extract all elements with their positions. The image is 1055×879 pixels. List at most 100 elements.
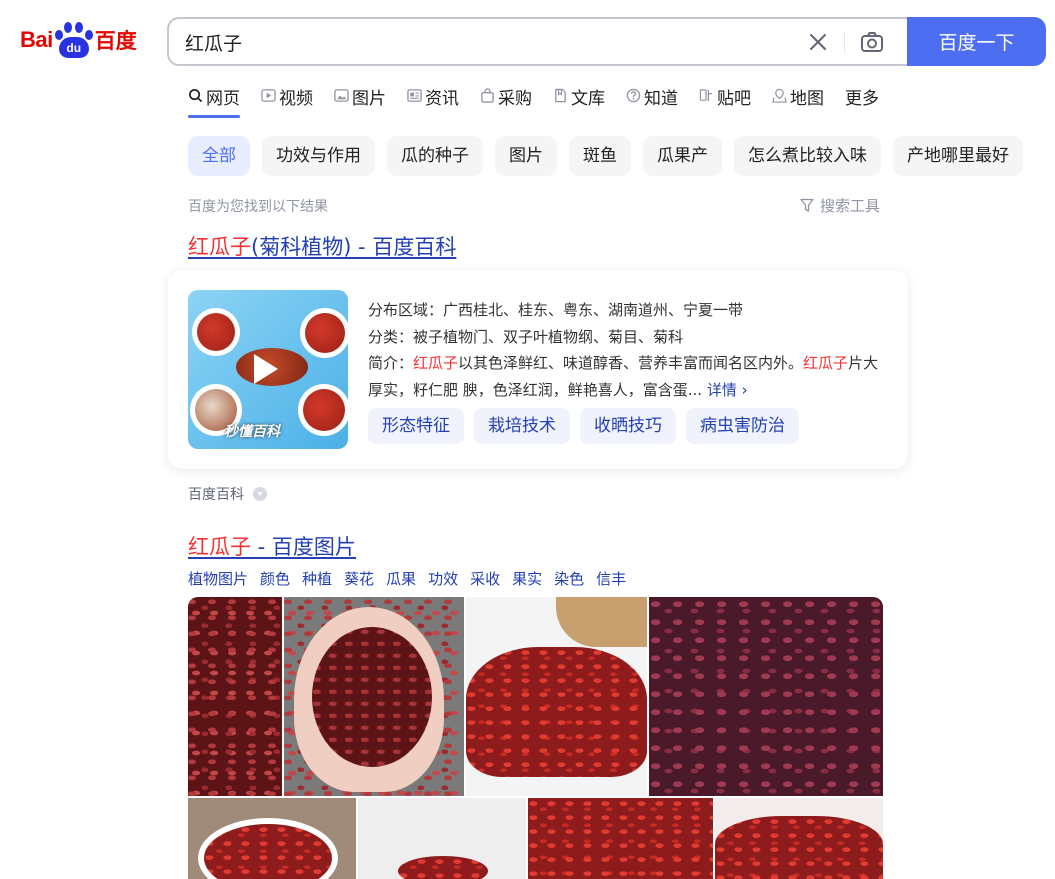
source-label: 百度百科 <box>188 487 244 503</box>
tab-label: 图片 <box>352 89 386 109</box>
tab-wenku[interactable]: 文库 <box>553 82 605 118</box>
image-tag[interactable]: 功效 <box>428 568 458 589</box>
tab-images[interactable]: 图片 <box>334 82 386 118</box>
filter-chip[interactable]: 瓜果产 <box>643 136 722 176</box>
divider <box>844 31 845 53</box>
tab-label: 资讯 <box>425 89 459 109</box>
tab-zhidao[interactable]: 知道 <box>626 82 678 118</box>
play-icon <box>254 354 278 384</box>
intro-highlight: 红瓜子 <box>413 354 459 372</box>
result-source: 百度百科 <box>188 484 267 504</box>
image-tag[interactable]: 葵花 <box>344 568 374 589</box>
filter-chip[interactable]: 瓜的种子 <box>387 136 483 176</box>
image-tag[interactable]: 瓜果 <box>386 568 416 589</box>
result-count: 百度为您找到以下结果 <box>188 199 328 215</box>
gallery-image[interactable] <box>188 597 282 796</box>
gallery-image[interactable] <box>528 798 713 879</box>
title-rest: (菊科植物) - 百度百科 <box>251 235 457 259</box>
title-highlight: 红瓜子 <box>188 235 251 259</box>
image-tags: 植物图片 颜色 种植 葵花 瓜果 功效 采收 果实 染色 信丰 <box>188 568 638 589</box>
video-icon <box>261 89 276 102</box>
image-tag[interactable]: 染色 <box>554 568 584 589</box>
question-icon <box>626 88 641 103</box>
tab-map[interactable]: 地图 <box>772 82 824 118</box>
tab-label: 知道 <box>644 89 678 109</box>
chevron-down-icon[interactable] <box>253 487 267 501</box>
tieba-icon <box>699 89 713 102</box>
search-tools[interactable]: 搜索工具 <box>800 195 880 216</box>
classification-line: 分类：被子植物门、双子叶植物纲、菊目、菊科 <box>368 327 684 346</box>
distribution-line: 分布区域：广西桂北、桂东、粤东、湖南道州、宁夏一带 <box>368 301 744 319</box>
image-tag[interactable]: 颜色 <box>260 568 290 589</box>
baidu-logo[interactable]: Bai du 百度 <box>20 22 137 58</box>
tab-tieba[interactable]: 贴吧 <box>699 82 751 118</box>
filter-chip[interactable]: 功效与作用 <box>262 136 375 176</box>
more-link[interactable]: 详情 › <box>707 381 748 399</box>
tab-label: 更多 <box>845 89 879 109</box>
video-thumbnail[interactable]: 秒懂百科 <box>188 290 348 449</box>
image-gallery <box>188 597 883 879</box>
baike-chip[interactable]: 形态特征 <box>368 408 464 444</box>
news-icon <box>407 89 422 102</box>
logo-text-bai: Bai <box>20 27 53 52</box>
paw-icon: du <box>54 22 94 58</box>
map-icon <box>772 88 787 103</box>
image-icon <box>334 89 349 102</box>
image-tag[interactable]: 植物图片 <box>188 568 248 589</box>
tab-shopping[interactable]: 采购 <box>480 82 532 118</box>
tab-label: 地图 <box>790 89 824 109</box>
baike-chip[interactable]: 病虫害防治 <box>686 408 799 444</box>
more-label: 详情 <box>706 380 737 399</box>
document-icon <box>555 88 566 103</box>
filter-chip[interactable]: 全部 <box>188 136 250 176</box>
image-tag[interactable]: 种植 <box>302 568 332 589</box>
title-rest: - 百度图片 <box>251 535 356 559</box>
title-highlight: 红瓜子 <box>188 535 251 559</box>
baike-info: 分布区域：广西桂北、桂东、粤东、湖南道州、宁夏一带 分类：被子植物门、双子叶植物… <box>368 297 893 403</box>
intro-highlight: 红瓜子 <box>803 354 849 372</box>
gallery-image[interactable] <box>284 597 464 796</box>
gallery-image[interactable] <box>188 798 356 879</box>
watermark: 秒懂百科 <box>224 424 280 440</box>
logo-text-chinese: 百度 <box>94 29 137 53</box>
tab-more[interactable]: 更多 <box>845 82 879 118</box>
intro-prefix: 简介： <box>368 354 414 372</box>
filter-chip[interactable]: 产地哪里最好 <box>893 136 1023 176</box>
tab-label: 视频 <box>279 89 313 109</box>
shopping-bag-icon <box>481 88 494 103</box>
result-title-baike[interactable]: 红瓜子(菊科植物) - 百度百科 <box>188 231 456 261</box>
search-icon <box>189 89 203 103</box>
baike-chip[interactable]: 收晒技巧 <box>580 408 676 444</box>
logo-text-du: du <box>58 37 89 58</box>
baike-chip[interactable]: 栽培技术 <box>474 408 570 444</box>
tab-web[interactable]: 网页 <box>188 82 240 118</box>
filter-chip[interactable]: 图片 <box>495 136 557 176</box>
gallery-image[interactable] <box>358 798 526 879</box>
gallery-image[interactable] <box>715 798 883 879</box>
filter-chip[interactable]: 斑鱼 <box>569 136 631 176</box>
gallery-image[interactable] <box>466 597 647 796</box>
tab-label: 贴吧 <box>717 89 751 109</box>
intro-mid: 以其色泽鲜红、味道醇香、营养丰富而闻名区内外。 <box>458 354 804 372</box>
result-title-images[interactable]: 红瓜子 - 百度图片 <box>188 531 356 561</box>
tab-label: 文库 <box>571 89 605 109</box>
camera-icon[interactable] <box>859 29 885 55</box>
nav-tabs: 网页 视频 图片 资讯 采购 文库 知道 贴吧 地图 更多 <box>188 82 900 118</box>
image-tag[interactable]: 信丰 <box>596 568 626 589</box>
tab-news[interactable]: 资讯 <box>407 82 459 118</box>
baike-chips: 形态特征 栽培技术 收晒技巧 病虫害防治 <box>368 408 809 444</box>
image-tag[interactable]: 采收 <box>470 568 500 589</box>
chevron-right-icon: › <box>741 380 748 399</box>
search-box <box>167 17 907 66</box>
filter-icon <box>800 198 814 212</box>
image-tag[interactable]: 果实 <box>512 568 542 589</box>
filter-chips: 全部 功效与作用 瓜的种子 图片 斑鱼 瓜果产 怎么煮比较入味 产地哪里最好 <box>188 136 1035 176</box>
search-input[interactable] <box>185 28 745 56</box>
filter-chip[interactable]: 怎么煮比较入味 <box>734 136 881 176</box>
tab-label: 采购 <box>498 89 532 109</box>
clear-icon[interactable] <box>806 30 830 54</box>
search-button[interactable]: 百度一下 <box>907 17 1046 66</box>
tab-video[interactable]: 视频 <box>261 82 313 118</box>
intro-text: 简介：红瓜子以其色泽鲜红、味道醇香、营养丰富而闻名区内外。红瓜子片大厚实，籽仁肥… <box>368 350 893 403</box>
gallery-image[interactable] <box>649 597 883 796</box>
